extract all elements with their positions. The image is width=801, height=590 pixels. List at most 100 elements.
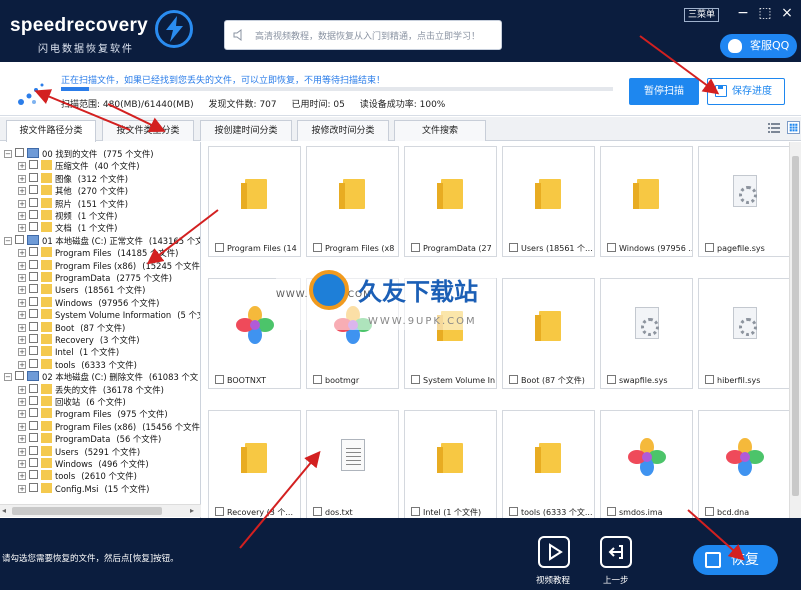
- video-tutorial-button[interactable]: [538, 536, 570, 568]
- tree-item[interactable]: − 02 本地磁盘 (C:) 删除文件 (61083 个文: [4, 371, 198, 383]
- tree-item-checkbox[interactable]: [29, 334, 38, 343]
- file-thumbnail[interactable]: Intel (1 个文件): [404, 410, 497, 521]
- tree-item-checkbox[interactable]: [29, 321, 38, 331]
- tree-item[interactable]: + Windows (496 个文件): [18, 458, 149, 470]
- file-thumbnail[interactable]: Program Files (x8: [306, 146, 399, 257]
- expand-toggle-icon[interactable]: +: [18, 199, 26, 208]
- minimize-icon[interactable]: −: [734, 4, 752, 22]
- tab-by-path[interactable]: 按文件路径分类: [6, 120, 96, 142]
- expand-toggle-icon[interactable]: +: [18, 261, 26, 270]
- file-checkbox[interactable]: [705, 243, 714, 252]
- tree-item[interactable]: + 其他 (270 个文件): [18, 185, 128, 197]
- file-thumbnail[interactable]: Program Files (14: [208, 146, 301, 257]
- file-checkbox[interactable]: [313, 243, 322, 252]
- tree-item-checkbox[interactable]: [29, 197, 38, 207]
- tree-item[interactable]: + Recovery (3 个文件): [18, 334, 140, 346]
- file-checkbox[interactable]: [313, 507, 322, 516]
- tree-horizontal-scrollbar[interactable]: ◂ ▸: [0, 504, 201, 517]
- file-thumbnail[interactable]: bcd.dna: [698, 410, 791, 521]
- file-thumbnail[interactable]: swapfile.sys: [600, 278, 693, 389]
- tree-item-checkbox[interactable]: [29, 346, 38, 356]
- tab-by-type[interactable]: 按文件类型分类: [102, 120, 194, 141]
- file-checkbox[interactable]: [705, 507, 714, 516]
- expand-toggle-icon[interactable]: +: [18, 224, 26, 233]
- tree-item-checkbox[interactable]: [29, 383, 38, 393]
- tree-item[interactable]: + Program Files (14185 个文件): [18, 247, 178, 259]
- tree-item[interactable]: − 00 找到的文件 (775 个文件): [4, 148, 154, 160]
- tree-item-checkbox[interactable]: [29, 433, 38, 443]
- customer-service-qq-button[interactable]: 客服QQ: [720, 34, 797, 58]
- tree-item-checkbox[interactable]: [29, 185, 38, 195]
- expand-toggle-icon[interactable]: +: [18, 162, 26, 171]
- expand-toggle-icon[interactable]: +: [18, 484, 26, 493]
- expand-toggle-icon[interactable]: +: [18, 472, 26, 481]
- expand-toggle-icon[interactable]: +: [18, 435, 26, 444]
- grid-scroll-thumb[interactable]: [792, 156, 799, 496]
- tree-item[interactable]: + Program Files (x86) (15456 个文件): [18, 420, 200, 433]
- tab-by-modified-time[interactable]: 按修改时间分类: [297, 120, 389, 141]
- grid-vertical-scrollbar[interactable]: [789, 142, 801, 518]
- expand-toggle-icon[interactable]: +: [18, 274, 26, 282]
- tree-item[interactable]: + 丢失的文件 (36178 个文件): [18, 383, 164, 396]
- tab-by-created-time[interactable]: 按创建时间分类: [200, 120, 292, 141]
- file-checkbox[interactable]: [215, 507, 224, 516]
- close-icon[interactable]: ×: [778, 4, 796, 22]
- file-checkbox[interactable]: [607, 243, 616, 252]
- menu-button[interactable]: 三菜单: [684, 8, 720, 22]
- file-checkbox[interactable]: [607, 507, 616, 516]
- pause-scan-button[interactable]: 暂停扫描: [629, 78, 699, 105]
- tree-item-checkbox[interactable]: [29, 259, 38, 269]
- expand-toggle-icon[interactable]: +: [18, 212, 26, 220]
- expand-toggle-icon[interactable]: +: [18, 422, 26, 431]
- tree-item-checkbox[interactable]: [29, 408, 38, 418]
- tree-item[interactable]: − 01 本地磁盘 (C:) 正常文件 (143165 个文: [4, 234, 200, 247]
- tree-item-checkbox[interactable]: [29, 420, 38, 430]
- expand-toggle-icon[interactable]: −: [4, 236, 12, 245]
- scroll-right-icon[interactable]: ▸: [190, 506, 194, 515]
- file-checkbox[interactable]: [411, 375, 420, 384]
- file-thumbnail[interactable]: Boot (87 个文件): [502, 278, 595, 389]
- tree-item[interactable]: + Windows (97956 个文件): [18, 296, 159, 309]
- tree-item[interactable]: + Users (5291 个文件): [18, 445, 140, 458]
- scroll-left-icon[interactable]: ◂: [2, 506, 6, 515]
- expand-toggle-icon[interactable]: +: [18, 187, 26, 196]
- tree-item[interactable]: + Program Files (x86) (15245 个文件): [18, 259, 200, 272]
- file-thumbnail[interactable]: Users (18561 个...: [502, 146, 595, 257]
- file-checkbox[interactable]: [215, 375, 224, 384]
- grid-view-icon[interactable]: [787, 121, 800, 134]
- file-thumbnail[interactable]: Windows (97956 ...: [600, 146, 693, 257]
- tree-item[interactable]: + tools (6333 个文件): [18, 358, 137, 371]
- tree-item-checkbox[interactable]: [29, 309, 38, 319]
- expand-toggle-icon[interactable]: +: [18, 286, 26, 295]
- tree-item[interactable]: + System Volume Information (5 个文: [18, 309, 200, 321]
- tree-item-checkbox[interactable]: [29, 396, 38, 405]
- file-thumbnail[interactable]: pagefile.sys: [698, 146, 791, 257]
- tree-item[interactable]: + Program Files (975 个文件): [18, 408, 168, 420]
- expand-toggle-icon[interactable]: −: [4, 150, 12, 158]
- file-thumbnail[interactable]: dos.txt: [306, 410, 399, 521]
- expand-toggle-icon[interactable]: +: [18, 323, 26, 332]
- file-thumbnail[interactable]: smdos.ima: [600, 410, 693, 521]
- tree-item-checkbox[interactable]: [29, 470, 38, 480]
- expand-toggle-icon[interactable]: +: [18, 249, 26, 258]
- tree-item[interactable]: + 文档 (1 个文件): [18, 222, 117, 234]
- tree-scroll-thumb[interactable]: [12, 507, 162, 515]
- expand-toggle-icon[interactable]: −: [4, 373, 12, 382]
- tree-item-checkbox[interactable]: [29, 482, 38, 492]
- tree-item-checkbox[interactable]: [15, 234, 24, 244]
- restore-icon[interactable]: ⬚: [756, 4, 774, 22]
- file-checkbox[interactable]: [705, 375, 714, 384]
- file-thumbnail[interactable]: ProgramData (27: [404, 146, 497, 257]
- list-view-icon[interactable]: [768, 122, 780, 134]
- tree-item[interactable]: + ProgramData (56 个文件): [18, 433, 161, 445]
- tree-item[interactable]: + Intel (1 个文件): [18, 346, 119, 358]
- tree-item[interactable]: + Boot (87 个文件): [18, 321, 125, 334]
- expand-toggle-icon[interactable]: +: [18, 447, 26, 456]
- tree-item[interactable]: + 回收站 (6 个文件): [18, 396, 126, 408]
- expand-toggle-icon[interactable]: +: [18, 410, 26, 419]
- tutorial-ad-banner[interactable]: 高清视频教程，数据恢复从入门到精通，点击立即学习！: [224, 20, 502, 50]
- tree-item-checkbox[interactable]: [29, 284, 38, 294]
- tree-item-checkbox[interactable]: [29, 222, 38, 232]
- tree-item-checkbox[interactable]: [29, 445, 38, 455]
- tree-item-checkbox[interactable]: [29, 458, 38, 467]
